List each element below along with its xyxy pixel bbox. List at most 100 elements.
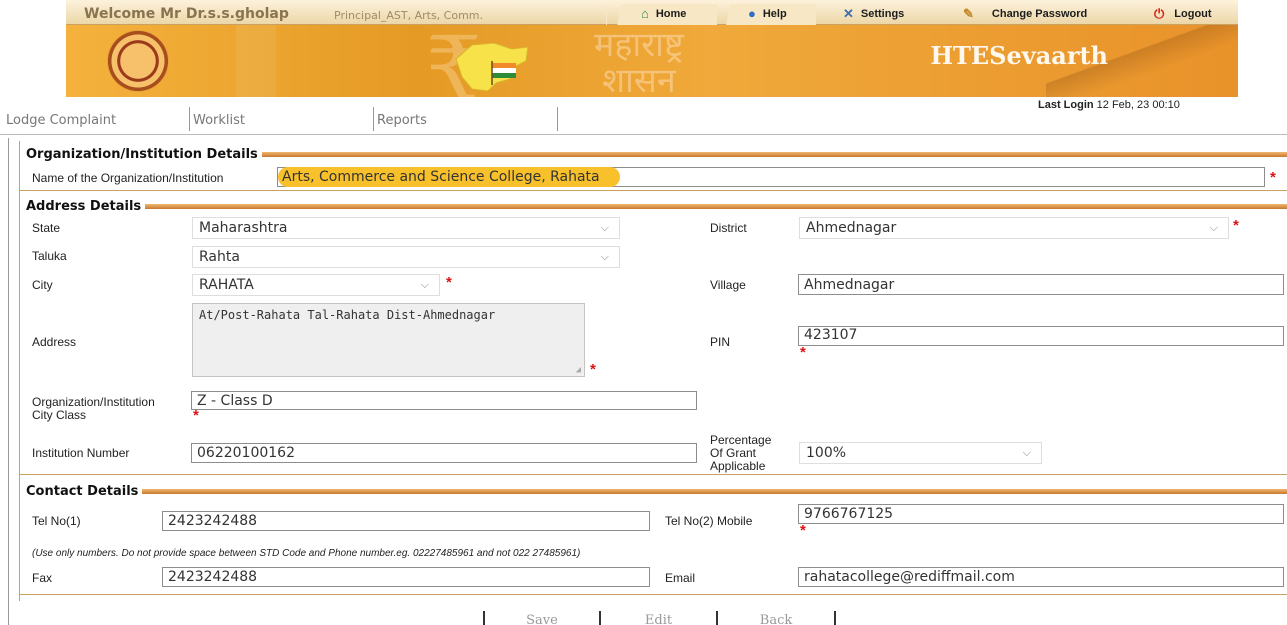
grant-select[interactable]: 100% ⌵ (799, 442, 1042, 464)
institution-number-value: 06220100162 (197, 445, 295, 461)
address-section-title: Address Details (26, 198, 142, 214)
nav-separator (557, 107, 558, 131)
resize-handle-icon[interactable]: ◢ (576, 365, 581, 375)
required-marker: * (800, 344, 806, 361)
section-rule (261, 151, 1287, 157)
institution-number-field[interactable]: 06220100162 (191, 443, 697, 463)
required-marker: * (446, 274, 452, 291)
taluka-label: Taluka (32, 249, 67, 263)
email-field[interactable]: rahatacollege@rediffmail.com (798, 567, 1284, 587)
tel1-value: 2423242488 (168, 513, 258, 529)
required-marker: * (800, 522, 806, 539)
user-role-text: Principal_AST, Arts, Comm. (334, 9, 484, 22)
state-select[interactable]: Maharashtra ⌵ (192, 217, 620, 239)
chevron-down-icon: ⌵ (420, 278, 429, 291)
top-bar: Welcome Mr Dr.s.s.gholap Principal_AST, … (66, 0, 1238, 25)
city-class-field[interactable]: Z - Class D (191, 391, 697, 410)
city-class-label: Organization/Institution City Class (32, 396, 155, 422)
nav-separator (373, 107, 374, 131)
help-link[interactable]: ● Help (748, 6, 787, 21)
nav-separator (189, 107, 190, 131)
banner-stripe (236, 25, 276, 97)
tel2-label: Tel No(2) Mobile (665, 514, 753, 528)
required-marker: * (1233, 217, 1239, 234)
maharashtra-map-icon (455, 42, 529, 92)
save-button[interactable]: Save (483, 611, 599, 625)
nav-lodge-complaint[interactable]: Lodge Complaint (6, 113, 116, 128)
city-class-label-line-1: Organization/Institution (32, 395, 155, 409)
state-label: State (32, 221, 61, 235)
nav-reports[interactable]: Reports (377, 113, 427, 128)
chevron-down-icon: ⌵ (1022, 446, 1031, 459)
edit-button[interactable]: Edit (599, 611, 716, 625)
institution-number-label: Institution Number (32, 446, 130, 460)
tel1-label: Tel No(1) (32, 514, 81, 528)
change-password-label: Change Password (991, 8, 1088, 20)
welcome-text: Welcome Mr Dr.s.s.gholap (84, 6, 289, 22)
chevron-down-icon: ⌵ (600, 221, 609, 234)
village-value: Ahmednagar (804, 276, 895, 293)
address-section-header: Address Details (20, 198, 1287, 214)
home-icon: ⌂ (641, 6, 649, 21)
required-marker: * (1270, 169, 1276, 186)
logout-label: Logout (1174, 8, 1212, 20)
email-value: rahatacollege@rediffmail.com (804, 569, 1015, 585)
district-value: Ahmednagar (806, 220, 897, 236)
grant-value: 100% (806, 445, 847, 461)
org-section-header: Organization/Institution Details (20, 146, 1287, 162)
help-label: Help (762, 7, 787, 20)
save-button-label: Save (526, 613, 558, 625)
contact-section-title: Contact Details (26, 483, 139, 499)
state-value: Maharashtra (199, 220, 288, 236)
required-marker: * (590, 361, 596, 378)
grant-label-line-1: Percentage (710, 433, 772, 447)
institution-form: Organization/Institution Details Name of… (19, 141, 1287, 601)
fax-label: Fax (32, 571, 53, 585)
org-name-value: Arts, Commerce and Science College, Raha… (278, 167, 620, 187)
page-border (8, 138, 9, 625)
taluka-select[interactable]: Rahta ⌵ (192, 246, 620, 268)
fax-value: 2423242488 (168, 569, 258, 585)
chevron-down-icon: ⌵ (600, 250, 609, 263)
city-value: RAHATA (199, 277, 254, 293)
marathi-line-1: महाराष्ट्र (594, 25, 684, 65)
district-label: District (710, 221, 747, 235)
pin-field[interactable]: 423107 (798, 326, 1284, 346)
village-field[interactable]: Ahmednagar (798, 274, 1284, 295)
chevron-down-icon: ⌵ (1209, 221, 1218, 234)
settings-link[interactable]: ✕ Settings (843, 6, 904, 22)
power-icon: ⏻ (1154, 6, 1165, 21)
city-class-label-line-2: City Class (32, 408, 87, 422)
village-label: Village (710, 278, 746, 292)
marathi-watermark: महाराष्ट्र शासन (594, 27, 684, 97)
home-label: Home (655, 7, 687, 20)
org-section-title: Organization/Institution Details (26, 146, 258, 162)
marathi-line-2: शासन (601, 61, 676, 97)
city-class-value: Z - Class D (197, 392, 273, 409)
required-marker: * (193, 407, 199, 424)
address-label: Address (32, 335, 77, 349)
tel2-value: 9766767125 (804, 506, 894, 522)
app-title: HTESevaarth (930, 41, 1108, 70)
nav-worklist[interactable]: Worklist (193, 113, 245, 128)
settings-label: Settings (860, 8, 905, 20)
tel2-field[interactable]: 9766767125 (798, 504, 1284, 524)
org-name-field[interactable]: Arts, Commerce and Science College, Raha… (277, 167, 1265, 187)
contact-section: Tel No(1) 2423242488 Tel No(2) Mobile 97… (20, 500, 1287, 595)
back-button[interactable]: Back (716, 611, 836, 625)
org-section: Name of the Organization/Institution Art… (20, 163, 1287, 191)
contact-section-header: Contact Details (20, 483, 1287, 499)
fax-field[interactable]: 2423242488 (162, 567, 650, 587)
grant-label-line-3: Applicable (710, 459, 766, 473)
settings-icon: ✕ (843, 6, 854, 21)
city-select[interactable]: RAHATA ⌵ (192, 274, 440, 296)
home-link[interactable]: ⌂ Home (641, 6, 686, 21)
section-rule (145, 203, 1287, 209)
help-icon: ● (748, 6, 756, 21)
district-select[interactable]: Ahmednagar ⌵ (799, 217, 1229, 239)
logout-link[interactable]: ⏻ Logout (1154, 6, 1212, 22)
phone-format-hint: (Use only numbers. Do not provide space … (32, 548, 581, 559)
tel1-field[interactable]: 2423242488 (162, 511, 650, 531)
change-password-link[interactable]: ✎ Change Password (963, 6, 1087, 22)
address-textarea[interactable]: At/Post-Rahata Tal-Rahata Dist-Ahmednaga… (192, 303, 585, 377)
